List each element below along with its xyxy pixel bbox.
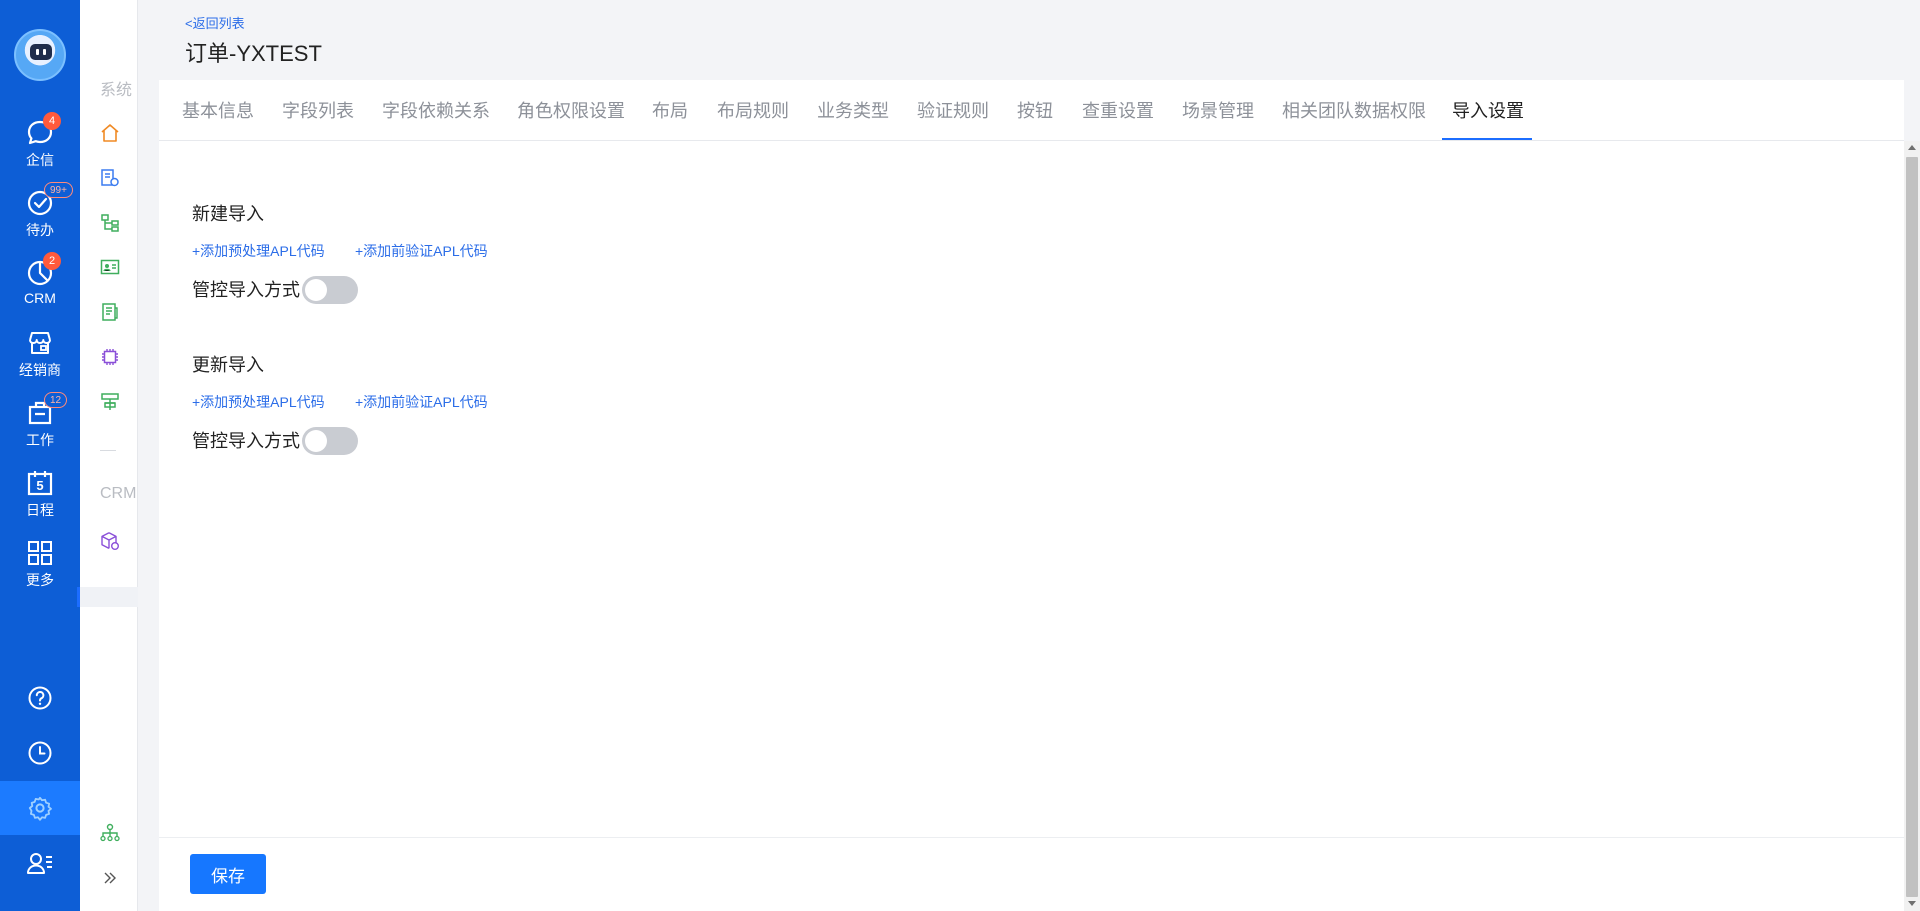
footer-divider [159,837,1904,838]
document-list-icon[interactable] [99,301,121,323]
sidebar-active-indicator [77,587,80,607]
secondary-sidebar: 系统 CRM [77,0,138,911]
new-import-add-prevalidate-link[interactable]: +添加前验证APL代码 [355,241,488,261]
main-panel: 基本信息 字段列表 字段依赖关系 角色权限设置 布局 布局规则 业务类型 验证规… [159,80,1904,911]
update-import-add-prevalidate-link[interactable]: +添加前验证APL代码 [355,392,488,412]
contacts-button[interactable] [0,836,80,890]
calendar-icon: 5 [27,471,53,496]
tab-role-permission[interactable]: 角色权限设置 [517,97,625,123]
clock-icon [28,741,52,765]
toggle-knob [305,430,327,452]
badge-count: 12 [44,392,68,408]
new-import-title: 新建导入 [192,204,264,224]
nav-item-work[interactable]: 12 工作 [0,392,80,460]
sidebar-divider [100,450,116,451]
tab-field-dependency[interactable]: 字段依赖关系 [382,97,490,123]
flow-icon[interactable] [99,391,121,413]
nav-item-dealer[interactable]: 经销商 [0,328,80,390]
tab-buttons[interactable]: 按钮 [1017,97,1053,123]
tab-dedup-settings[interactable]: 查重设置 [1082,97,1154,123]
object-settings-icon[interactable] [99,167,121,189]
badge-count: 2 [43,252,61,270]
tab-import-settings[interactable]: 导入设置 [1452,97,1524,123]
badge-count: 99+ [44,182,73,198]
nav-label: 待办 [26,222,54,238]
package-settings-icon[interactable] [99,530,121,552]
settings-icon [28,796,52,821]
tab-layout-rules[interactable]: 布局规则 [717,97,789,123]
tab-scene-management[interactable]: 场景管理 [1182,97,1254,123]
update-import-add-preprocess-link[interactable]: +添加预处理APL代码 [192,392,325,412]
chip-icon[interactable] [99,346,121,368]
sidebar-group-label: 系统 [100,82,133,99]
tab-team-data-permission[interactable]: 相关团队数据权限 [1282,97,1426,123]
page-title: 订单-YXTEST [185,41,322,66]
user-list-icon [27,853,52,874]
help-icon [28,686,52,710]
org-chart-icon[interactable] [99,822,121,844]
active-tab-indicator [1442,138,1532,140]
tab-validation-rules[interactable]: 验证规则 [917,97,989,123]
new-import-control-toggle[interactable] [302,276,358,304]
scroll-up-arrow-icon[interactable] [1908,145,1916,150]
nav-item-qixin[interactable]: 4 企信 [0,112,80,180]
avatar[interactable] [14,29,66,81]
nav-item-crm[interactable]: 2 CRM [0,252,80,320]
calendar-day: 5 [36,478,43,493]
app: 4 企信 99+ 待办 2 CRM 经销商 12 工作 5 日程 更多 系统 C… [0,0,1920,911]
robot-face-icon [30,44,52,60]
tab-layout[interactable]: 布局 [652,97,688,123]
sidebar-active-item[interactable] [80,587,138,607]
settings-button[interactable] [0,781,80,835]
tab-field-list[interactable]: 字段列表 [282,97,354,123]
nav-label: CRM [24,290,56,306]
help-button[interactable] [0,671,80,725]
tab-basic-info[interactable]: 基本信息 [182,97,254,123]
save-button[interactable]: 保存 [190,854,266,894]
update-import-control-label: 管控导入方式 [192,431,300,451]
nav-label: 日程 [26,502,54,518]
sidebar-group-label: CRM [100,485,136,502]
expand-icon[interactable] [99,867,121,889]
primary-nav: 4 企信 99+ 待办 2 CRM 经销商 12 工作 5 日程 更多 [0,0,80,911]
home-icon[interactable] [99,122,121,144]
grid-icon [28,541,52,565]
nav-item-more[interactable]: 更多 [0,538,80,600]
new-import-add-preprocess-link[interactable]: +添加预处理APL代码 [192,241,325,261]
tab-business-type[interactable]: 业务类型 [817,97,889,123]
nav-item-todo[interactable]: 99+ 待办 [0,182,80,250]
history-button[interactable] [0,726,80,780]
nav-label: 企信 [26,152,54,168]
tab-bar: 基本信息 字段列表 字段依赖关系 角色权限设置 布局 布局规则 业务类型 验证规… [159,80,1904,141]
nav-label: 更多 [26,572,54,588]
nav-label: 工作 [26,432,54,448]
badge-count: 4 [43,112,61,130]
store-icon [29,332,51,354]
update-import-title: 更新导入 [192,355,264,375]
toggle-knob [305,279,327,301]
tree-icon[interactable] [99,212,121,234]
nav-item-schedule[interactable]: 5 日程 [0,468,80,530]
scroll-down-arrow-icon[interactable] [1908,901,1916,906]
back-to-list-link[interactable]: <返回列表 [185,13,245,32]
new-import-control-label: 管控导入方式 [192,280,300,300]
nav-label: 经销商 [19,362,61,378]
scrollbar-thumb[interactable] [1906,157,1918,897]
update-import-control-toggle[interactable] [302,427,358,455]
contact-card-icon[interactable] [99,256,121,278]
